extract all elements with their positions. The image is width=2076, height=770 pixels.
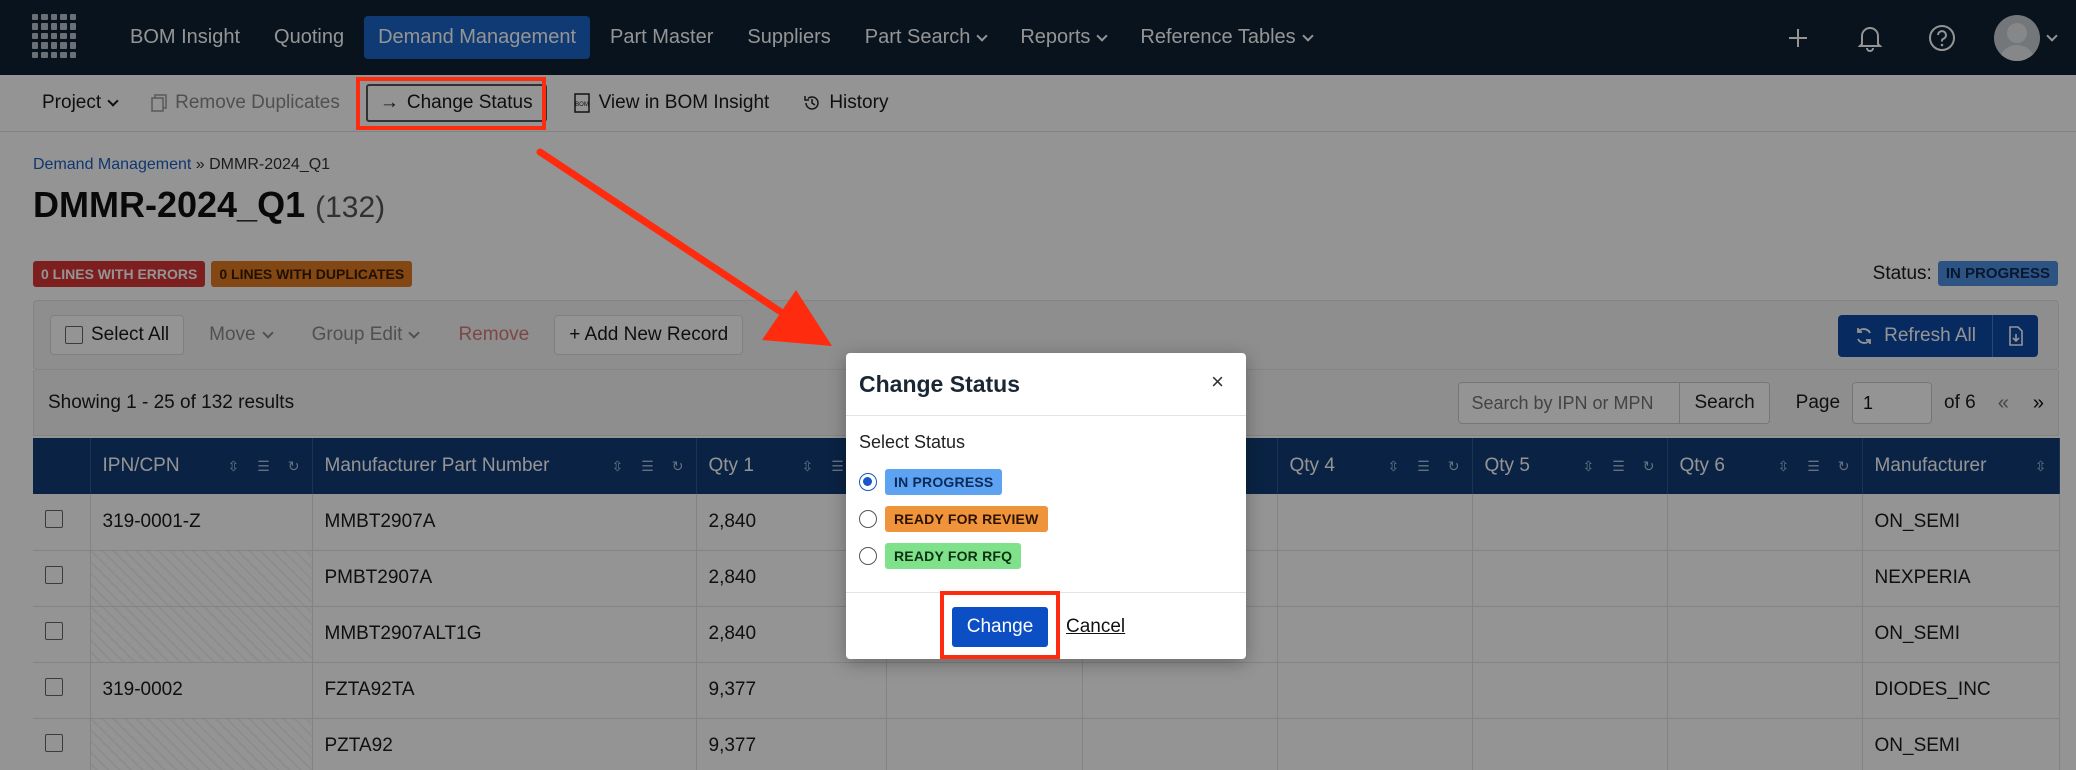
status-tag: READY FOR RFQ — [885, 542, 1022, 569]
status-tag: READY FOR REVIEW — [885, 505, 1048, 532]
select-status-label: Select Status — [859, 432, 966, 452]
status-option-ready-for-rfq[interactable]: READY FOR RFQ — [859, 537, 1233, 574]
dialog-title: Change Status — [859, 371, 1021, 397]
radio-ready-for-rfq[interactable] — [859, 546, 877, 565]
radio-ready-for-review[interactable] — [859, 509, 877, 528]
cancel-link[interactable]: Cancel — [1066, 616, 1125, 638]
change-button[interactable]: Change — [952, 607, 1048, 647]
radio-in-progress[interactable] — [859, 472, 877, 491]
close-icon[interactable]: × — [1211, 369, 1224, 395]
status-option-ready-for-review[interactable]: READY FOR REVIEW — [859, 500, 1233, 537]
status-option-in-progress[interactable]: IN PROGRESS — [859, 463, 1233, 500]
status-tag: IN PROGRESS — [885, 468, 1003, 495]
change-status-dialog: Change Status × Select Status IN PROGRES… — [846, 353, 1246, 659]
